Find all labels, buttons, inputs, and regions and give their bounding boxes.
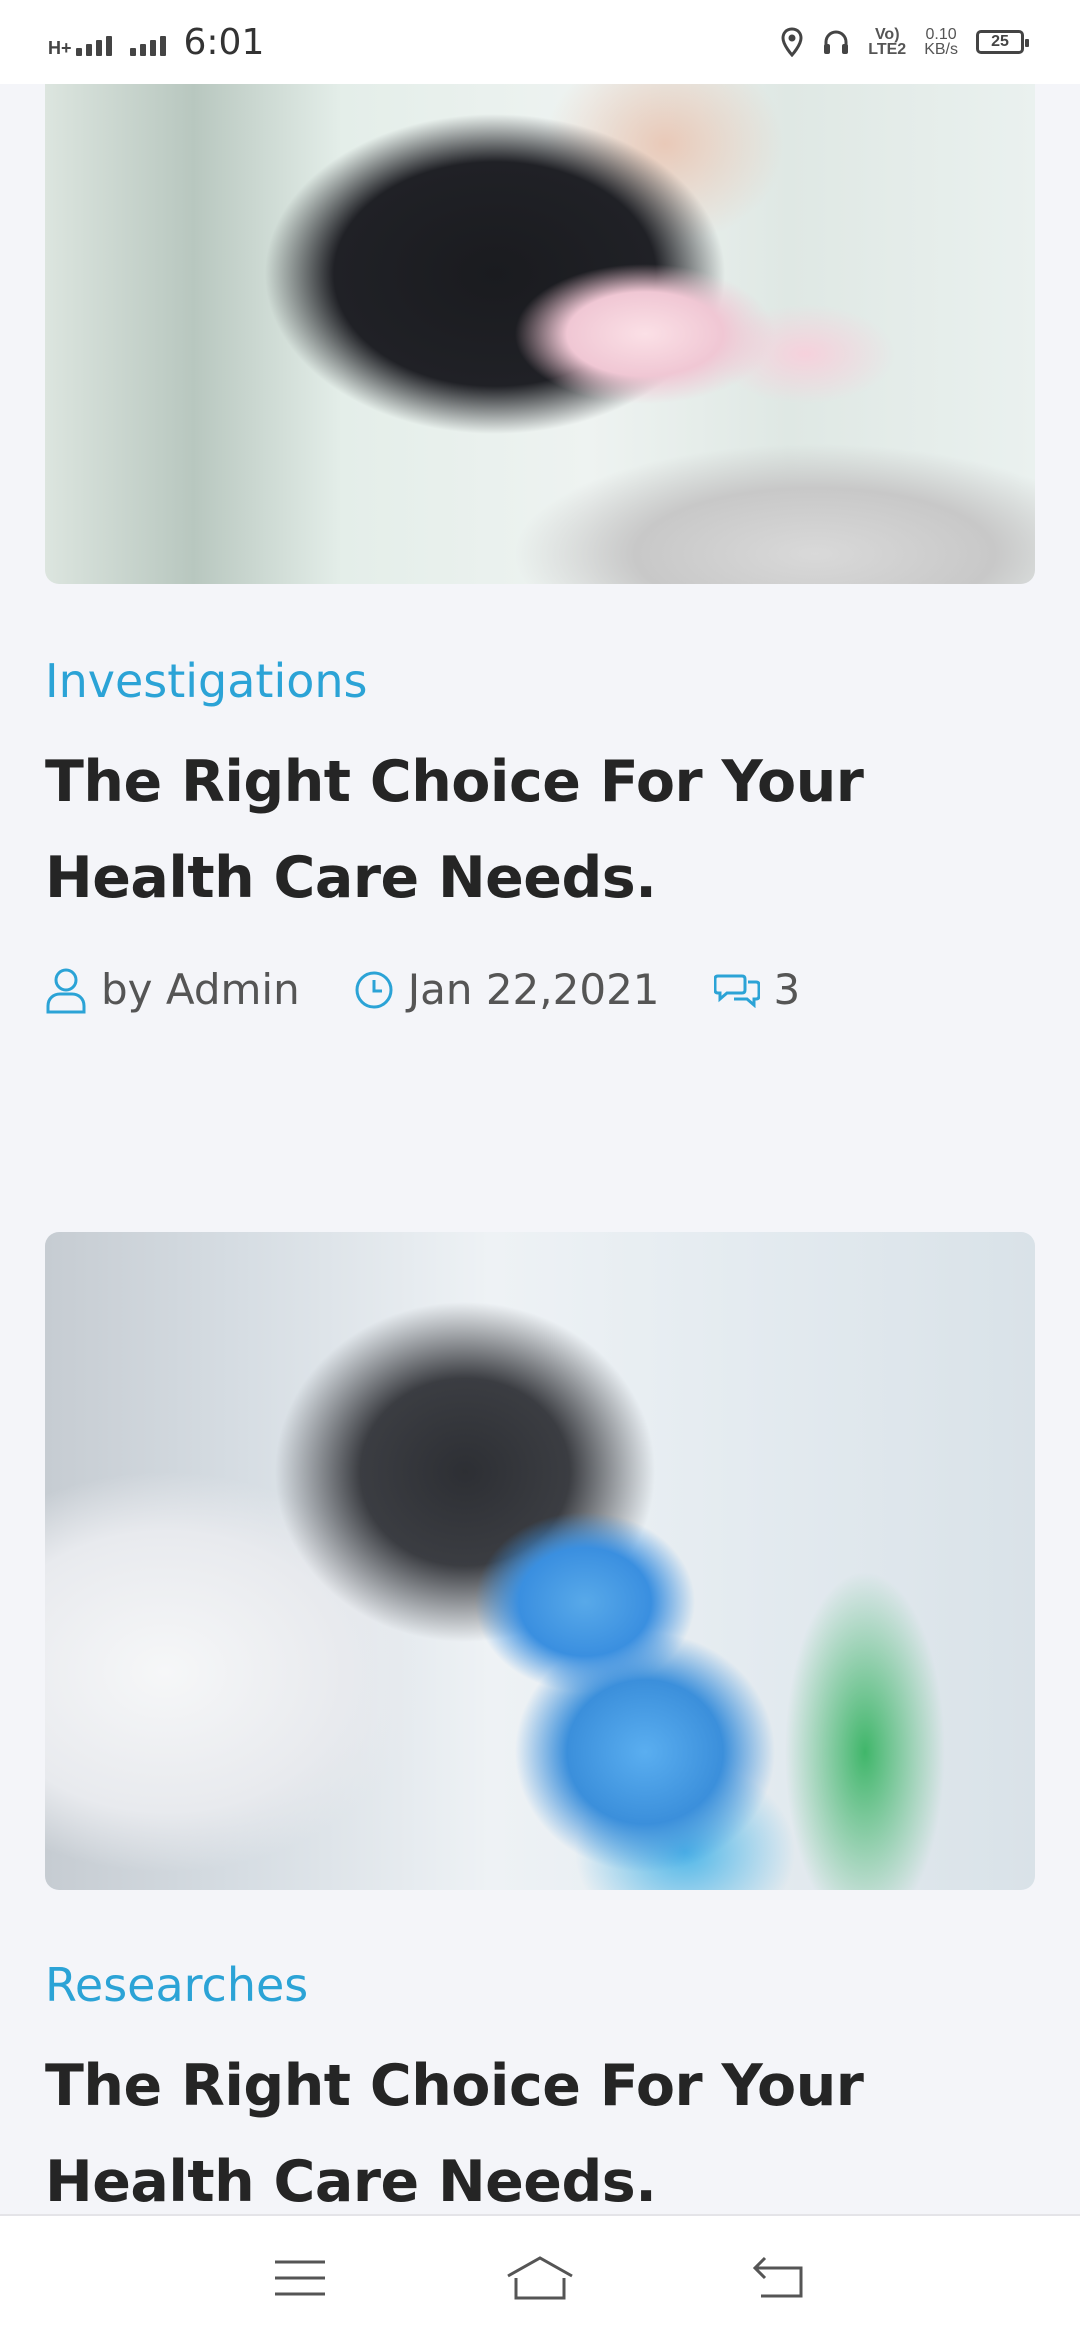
author-name: by Admin (101, 965, 300, 1014)
clock-icon (355, 971, 393, 1008)
post-1-image[interactable] (45, 84, 1035, 584)
status-bar: H+ 6:01 Vo) LTE2 0.10 KB/s 25 (0, 0, 1080, 84)
post-1-category[interactable]: Investigations (45, 654, 368, 708)
network-speed: 0.10 KB/s (924, 26, 958, 58)
network-type: H+ (48, 38, 72, 58)
post-1-title[interactable]: The Right Choice For Your Health Care Ne… (45, 734, 1005, 926)
post-date: Jan 22,2021 (407, 965, 660, 1014)
post-1-date: Jan 22,2021 (354, 965, 660, 1014)
status-left: H+ 6:01 (48, 22, 264, 63)
post-1-author[interactable]: by Admin (45, 965, 300, 1014)
lte-label: LTE2 (868, 41, 907, 58)
volte-indicator: Vo) LTE2 (868, 26, 907, 58)
signal-bars-2-icon (129, 28, 166, 56)
post-1-meta: by Admin Jan 22,2021 3 (45, 965, 854, 1014)
status-right: Vo) LTE2 0.10 KB/s 25 (780, 26, 1029, 58)
nav-back-button[interactable] (740, 2248, 820, 2308)
volte-label: Vo) (874, 26, 900, 43)
back-icon (752, 2256, 803, 2298)
clock-time: 6:01 (183, 21, 265, 63)
post-2-image[interactable] (45, 1232, 1035, 1890)
system-nav-bar (0, 2214, 1080, 2340)
battery-level: 25 (991, 33, 1009, 50)
user-icon (46, 968, 86, 1013)
signal-bars-icon (75, 28, 112, 56)
battery-icon: 25 (976, 30, 1029, 54)
nav-home-button[interactable] (500, 2248, 580, 2308)
menu-icon (275, 2260, 325, 2296)
home-icon (507, 2256, 573, 2300)
speed-value: 0.10 (925, 26, 957, 43)
location-icon (781, 27, 803, 57)
speed-unit: KB/s (924, 41, 958, 58)
signal-1: H+ (48, 28, 112, 58)
nav-menu-button[interactable] (260, 2248, 340, 2308)
comments-icon (713, 974, 760, 1008)
post-2-title[interactable]: The Right Choice For Your Health Care Ne… (45, 2038, 1005, 2230)
post-2-category[interactable]: Researches (45, 1958, 308, 2012)
post-1-comments[interactable]: 3 (713, 965, 801, 1014)
headphones-icon (824, 30, 849, 54)
comment-count: 3 (773, 965, 801, 1014)
